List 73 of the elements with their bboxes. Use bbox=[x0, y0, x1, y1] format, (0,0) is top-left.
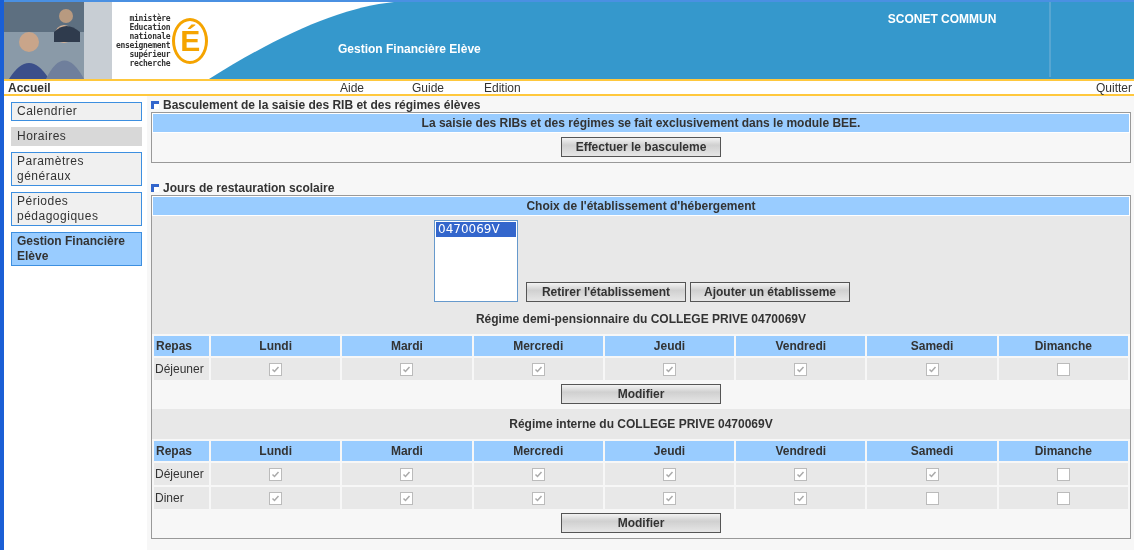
checkbox[interactable] bbox=[1056, 467, 1070, 481]
column-header: Mardi bbox=[342, 441, 472, 461]
switch-button[interactable]: Effectuer le basculeme bbox=[561, 137, 721, 157]
sidebar-item[interactable]: Calendrier bbox=[11, 102, 142, 121]
home-link[interactable]: Accueil bbox=[8, 80, 340, 95]
column-header: Lundi bbox=[211, 441, 341, 461]
notice-banner: La saisie des RIBs et des régimes se fait exclusivement dans le module BEE. bbox=[152, 113, 1130, 133]
section-title: Basculement de la saisie des RIB et des régimes élèves bbox=[163, 98, 481, 112]
checkbox[interactable] bbox=[663, 362, 676, 376]
logo-letter: É bbox=[172, 17, 209, 64]
remove-button[interactable]: Retirer l'établissement bbox=[526, 282, 686, 302]
checkbox[interactable] bbox=[400, 362, 414, 376]
app-title: Gestion Financière Elève bbox=[338, 42, 481, 56]
checkbox[interactable] bbox=[531, 467, 545, 481]
logo-text: Education bbox=[129, 22, 171, 32]
bullet-icon bbox=[151, 101, 159, 109]
regime-title: Régime interne du COLLEGE PRIVE 0470069V bbox=[152, 409, 1130, 439]
menu-link[interactable]: Edition bbox=[484, 80, 556, 95]
column-header: Mercredi bbox=[473, 336, 603, 356]
column-header: Vendredi bbox=[736, 441, 866, 461]
checkbox[interactable] bbox=[663, 491, 676, 505]
modify-button[interactable]: Modifier bbox=[561, 384, 721, 404]
quit-link[interactable]: Quitter bbox=[1096, 80, 1132, 95]
menu-link[interactable]: Guide bbox=[412, 80, 484, 95]
checkbox[interactable] bbox=[531, 362, 545, 376]
logo-text: enseignement bbox=[116, 40, 171, 50]
meal-label: Diner bbox=[154, 487, 209, 509]
chooser-heading: Choix de l'établissement d'hébergement bbox=[152, 196, 1130, 216]
column-header: Mercredi bbox=[473, 441, 603, 461]
meal-label: Déjeuner bbox=[154, 463, 209, 485]
column-header: Lundi bbox=[211, 336, 341, 356]
column-header: Repas bbox=[154, 336, 209, 356]
sidebar-item[interactable]: Périodes pédagogiques bbox=[11, 192, 142, 226]
sidebar-item[interactable]: Paramètres généraux bbox=[11, 152, 142, 186]
checkbox[interactable] bbox=[269, 491, 283, 505]
checkbox[interactable] bbox=[794, 491, 808, 505]
checkbox[interactable] bbox=[269, 467, 283, 481]
checkbox[interactable] bbox=[531, 491, 545, 505]
section-title: Jours de restauration scolaire bbox=[163, 181, 335, 195]
establishment-list[interactable]: 0470069V bbox=[434, 220, 518, 302]
app-name: SCONET COMMUN bbox=[887, 12, 997, 26]
checkbox[interactable] bbox=[794, 467, 808, 481]
checkbox[interactable] bbox=[400, 491, 414, 505]
column-header: Dimanche bbox=[998, 441, 1128, 461]
modify-button[interactable]: Modifier bbox=[561, 513, 721, 533]
checkbox[interactable] bbox=[925, 362, 939, 376]
logo-text: ministère bbox=[129, 13, 171, 23]
column-header: Jeudi bbox=[604, 336, 735, 356]
checkbox[interactable] bbox=[663, 467, 676, 481]
column-header: Mardi bbox=[342, 336, 472, 356]
meal-label: Déjeuner bbox=[154, 358, 209, 380]
column-header: Samedi bbox=[867, 441, 997, 461]
bullet-icon bbox=[151, 184, 159, 192]
add-button[interactable]: Ajouter un établisseme bbox=[690, 282, 850, 302]
menu-link[interactable]: Aide bbox=[340, 80, 412, 95]
checkbox[interactable] bbox=[400, 467, 414, 481]
logo-text: supérieur bbox=[129, 49, 171, 59]
column-header: Repas bbox=[154, 441, 209, 461]
sidebar-item[interactable]: Gestion Financière Elève bbox=[11, 232, 142, 266]
checkbox[interactable] bbox=[925, 467, 939, 481]
regime-title: Régime demi-pensionnaire du COLLEGE PRIVE 0470069V bbox=[152, 304, 1130, 334]
checkbox[interactable] bbox=[794, 362, 808, 376]
checkbox[interactable] bbox=[925, 491, 939, 505]
logo-text: recherche bbox=[129, 58, 171, 68]
checkbox[interactable] bbox=[1056, 491, 1070, 505]
column-header: Samedi bbox=[867, 336, 997, 356]
column-header: Vendredi bbox=[736, 336, 866, 356]
list-option[interactable]: 0470069V bbox=[436, 222, 516, 237]
column-header: Dimanche bbox=[998, 336, 1128, 356]
column-header: Jeudi bbox=[604, 441, 735, 461]
checkbox[interactable] bbox=[1056, 362, 1070, 376]
logo-text: nationale bbox=[129, 31, 171, 41]
checkbox[interactable] bbox=[269, 362, 283, 376]
